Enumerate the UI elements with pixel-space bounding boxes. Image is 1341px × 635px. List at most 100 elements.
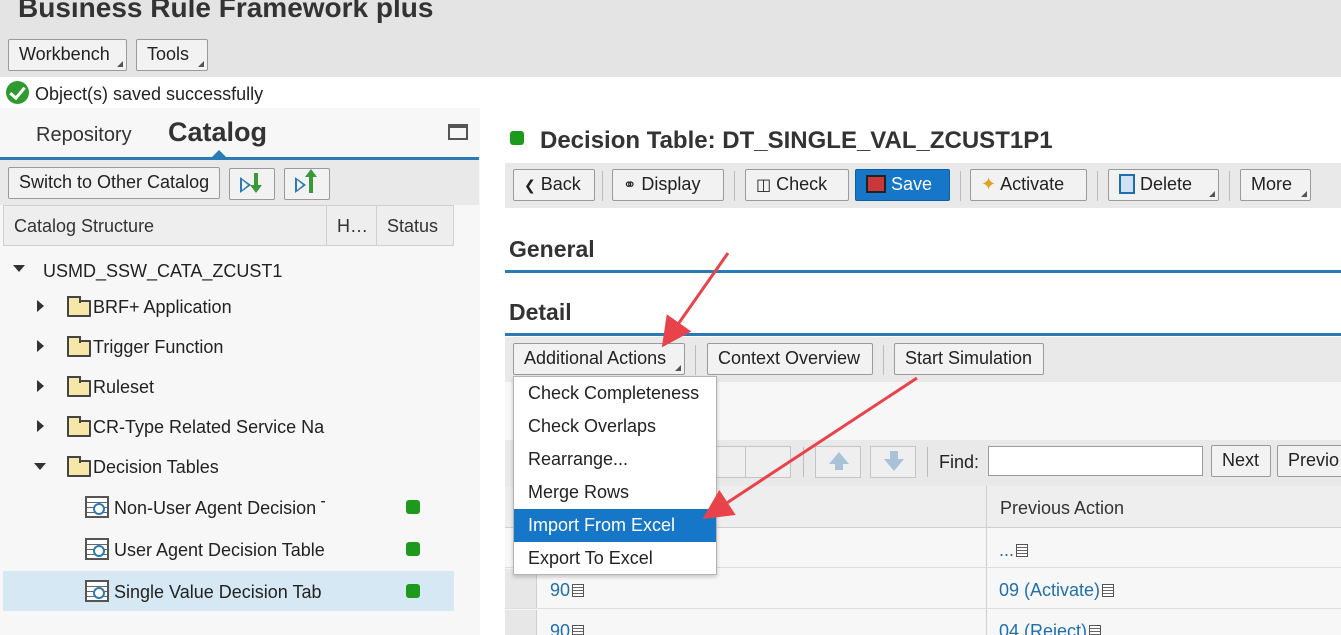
grid-cell-previous-action[interactable]: ... <box>999 540 1029 561</box>
menu-item-check-completeness[interactable]: Check Completeness <box>514 377 716 410</box>
folder-icon <box>67 456 91 477</box>
switch-catalog-label: Switch to Other Catalog <box>19 172 210 192</box>
menu-item-check-overlaps[interactable]: Check Overlaps <box>514 410 716 443</box>
collapse-all-button[interactable] <box>284 168 330 200</box>
tools-label: Tools <box>147 44 190 64</box>
glasses-icon: ⚭ <box>623 177 637 194</box>
object-title: Decision Table: DT_SINGLE_VAL_ZCUST1P1 <box>540 127 1053 154</box>
folder-icon <box>67 416 91 437</box>
status-active-icon <box>406 584 420 598</box>
additional-actions-button[interactable]: Additional Actions <box>513 343 685 375</box>
section-general-title[interactable]: General <box>509 236 595 263</box>
start-simulation-button[interactable]: Start Simulation <box>894 343 1044 375</box>
tree-child-item[interactable]: Non-User Agent Decision T <box>3 487 454 527</box>
tree-child-item[interactable]: User Agent Decision Table <box>3 529 454 569</box>
section-detail-title[interactable]: Detail <box>509 299 572 326</box>
start-simulation-label: Start Simulation <box>905 348 1033 368</box>
check-label: Check <box>776 174 828 194</box>
display-button[interactable]: ⚭ Display <box>612 169 724 201</box>
app-header: Business Rule Framework plus Workbench T… <box>0 0 1341 77</box>
back-button[interactable]: ❮ Back <box>513 169 595 201</box>
toolbar-separator <box>1229 171 1230 201</box>
toolbar-separator <box>803 447 804 477</box>
arrow-down-green-icon <box>250 185 262 193</box>
display-label: Display <box>641 174 701 194</box>
cell-value: 09 (Activate) <box>999 580 1101 600</box>
table-row[interactable]: 90 09 (Activate) <box>505 569 1341 609</box>
tree-item[interactable]: BRF+ Application <box>3 287 454 327</box>
row-selector[interactable] <box>505 610 537 635</box>
app-title: Business Rule Framework plus <box>18 0 434 23</box>
tree-child-label: Single Value Decision Tab <box>114 582 322 602</box>
menu-item-export-to-excel[interactable]: Export To Excel <box>514 542 716 575</box>
expand-all-button[interactable] <box>229 168 275 200</box>
expand-node-icon[interactable] <box>37 380 44 392</box>
tree-item-label: BRF+ Application <box>93 297 232 317</box>
tree-item[interactable]: CR-Type Related Service Na <box>3 407 454 447</box>
status-active-icon <box>406 500 420 514</box>
expand-node-icon[interactable] <box>37 340 44 352</box>
delete-button[interactable]: Delete <box>1108 169 1219 201</box>
tree-item-label: Trigger Function <box>93 337 224 357</box>
menu-indicator-icon <box>117 61 123 67</box>
menu-item-merge-rows[interactable]: Merge Rows <box>514 476 716 509</box>
context-overview-label: Context Overview <box>718 348 861 368</box>
column-header-status[interactable]: Status <box>377 206 453 245</box>
save-button[interactable]: Save <box>855 169 950 201</box>
arrow-down-icon <box>884 451 904 471</box>
tab-catalog[interactable]: Catalog <box>168 117 267 148</box>
find-previous-button[interactable]: Previo <box>1277 445 1341 477</box>
collapse-node-icon[interactable] <box>34 463 46 470</box>
detach-window-icon[interactable] <box>448 124 468 140</box>
column-header-h[interactable]: H… <box>327 206 377 245</box>
note-icon <box>1016 544 1029 557</box>
menu-item-import-from-excel[interactable]: Import From Excel <box>514 509 716 542</box>
move-down-button[interactable] <box>870 446 916 478</box>
toolbar-separator <box>695 345 696 375</box>
activate-button[interactable]: ✦ Activate <box>970 169 1087 201</box>
note-icon <box>572 625 585 635</box>
tree-item[interactable]: Ruleset <box>3 367 454 407</box>
collapse-node-icon[interactable] <box>13 265 25 272</box>
find-input[interactable] <box>988 446 1203 476</box>
workbench-menu-button[interactable]: Workbench <box>8 39 127 71</box>
switch-catalog-button[interactable]: Switch to Other Catalog <box>8 167 220 199</box>
toolbar-separator <box>734 171 735 201</box>
menu-indicator-icon <box>675 365 681 371</box>
expand-node-icon[interactable] <box>37 300 44 312</box>
collapse-all-icon <box>295 177 306 193</box>
decision-table-icon <box>85 580 109 602</box>
tree-item[interactable]: Trigger Function <box>3 327 454 367</box>
catalog-column-headers: Catalog Structure H… Status <box>3 205 454 246</box>
find-label: Find: <box>939 452 980 472</box>
check-button[interactable]: ◫ Check <box>745 169 849 201</box>
find-next-button[interactable]: Next <box>1211 445 1271 477</box>
toolbar-separator <box>960 171 961 201</box>
copy-icon[interactable] <box>745 446 791 478</box>
move-up-button[interactable] <box>815 446 861 478</box>
activate-icon: ✦ <box>981 174 997 194</box>
context-overview-button[interactable]: Context Overview <box>707 343 873 375</box>
expand-node-icon[interactable] <box>37 420 44 432</box>
menu-item-rearrange[interactable]: Rearrange... <box>514 443 716 476</box>
decision-table-icon <box>85 496 109 518</box>
object-toolbar: ❮ Back ⚭ Display ◫ Check Save ✦ Activate… <box>505 163 1341 208</box>
tree-item-label: Ruleset <box>93 377 155 397</box>
catalog-panel: Repository Catalog Switch to Other Catal… <box>0 108 480 635</box>
grid-cell-previous-action[interactable]: 09 (Activate) <box>999 580 1115 601</box>
tools-menu-button[interactable]: Tools <box>136 39 208 71</box>
tree-root-row[interactable]: USMD_SSW_CATA_ZCUST1 <box>3 250 454 290</box>
grid-column-header-previous-action[interactable]: Previous Action <box>1000 498 1124 519</box>
grid-cell[interactable]: 90 <box>550 580 585 601</box>
table-row[interactable]: 90 04 (Reject) <box>505 610 1341 635</box>
annotation-arrow-additional-actions <box>661 252 730 348</box>
more-button[interactable]: More <box>1240 169 1311 201</box>
tree-child-item-selected[interactable]: Single Value Decision Tab <box>3 571 454 611</box>
tree-item[interactable]: Decision Tables <box>3 447 454 487</box>
section-general-underline <box>505 270 1341 273</box>
tab-repository[interactable]: Repository <box>36 124 132 147</box>
grid-cell[interactable]: 90 <box>550 621 585 635</box>
column-header-catalog-structure[interactable]: Catalog Structure <box>4 206 327 245</box>
grid-cell-previous-action[interactable]: 04 (Reject) <box>999 621 1102 635</box>
chevron-left-icon: ❮ <box>524 177 536 193</box>
